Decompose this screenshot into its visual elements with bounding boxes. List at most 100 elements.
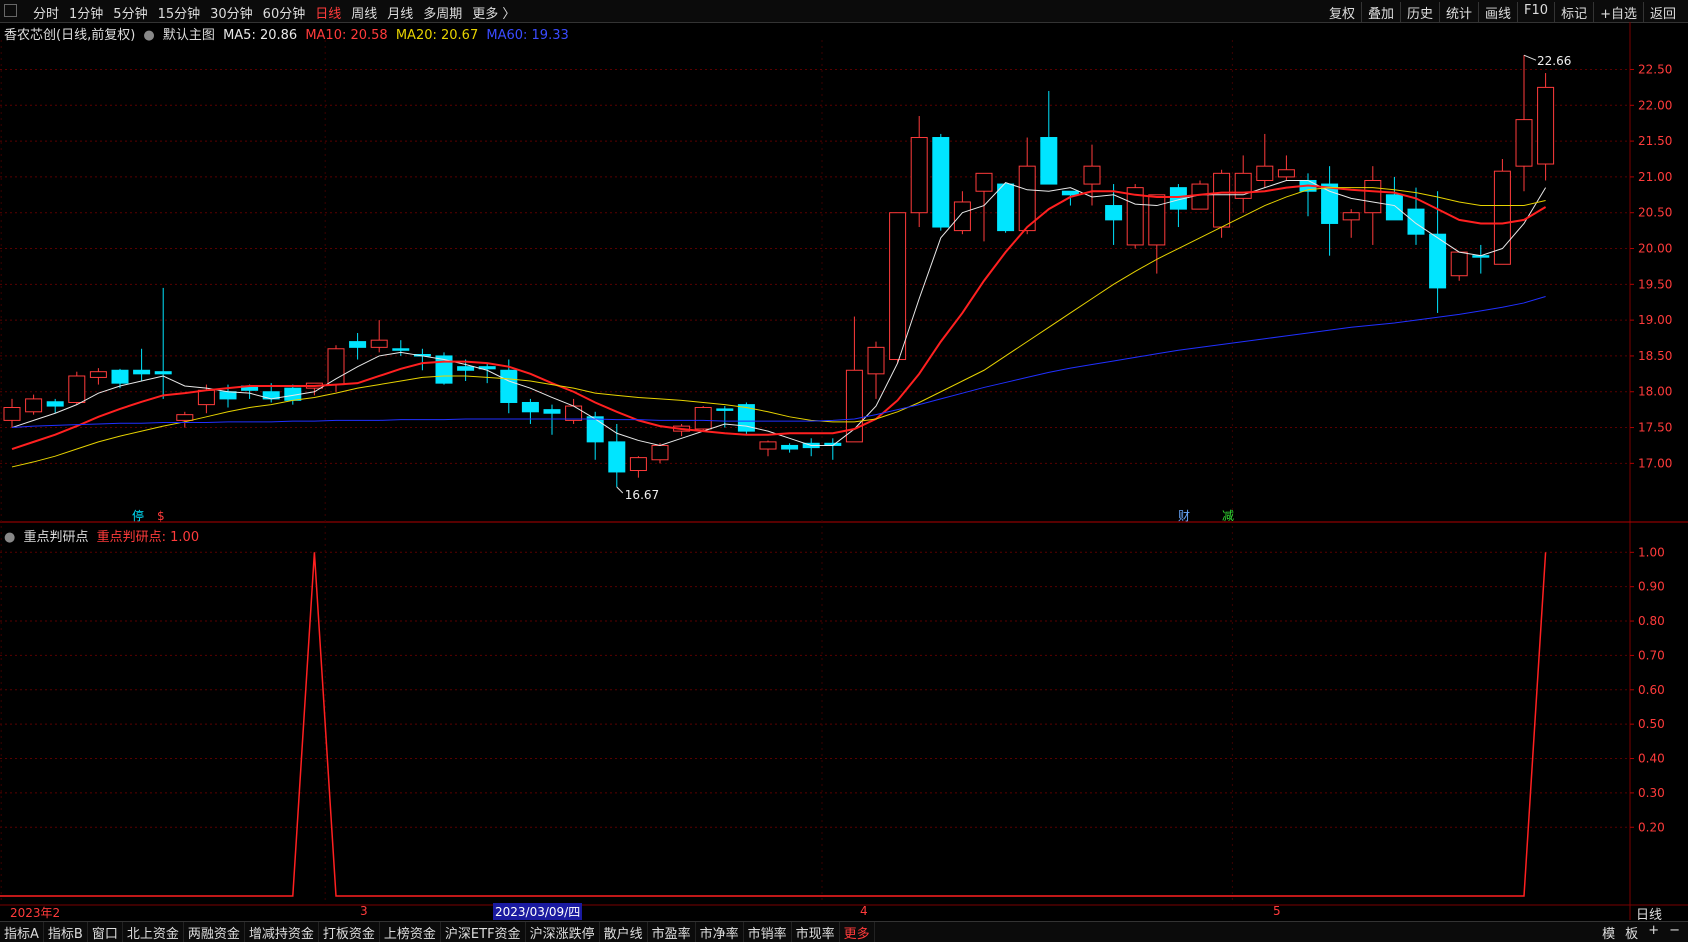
bottom-tab-7[interactable]: 上榜资金 [380, 922, 441, 942]
candle-up [759, 441, 777, 450]
indicator-tick-label: 0.80 [1638, 614, 1665, 628]
candle-up [651, 444, 669, 461]
bottom-tab-2[interactable]: 窗口 [88, 922, 123, 942]
bottom-tab-11[interactable]: 市盈率 [648, 922, 696, 942]
candle-down [521, 401, 539, 413]
candle-down [1385, 194, 1403, 221]
bottom-tab-1[interactable]: 指标B [44, 922, 88, 942]
bottom-control-2[interactable]: + [1648, 923, 1659, 942]
candle-down [1407, 208, 1425, 235]
indicator-tick-label: 0.90 [1638, 580, 1665, 594]
bottom-control-0[interactable]: 模 [1602, 923, 1615, 942]
indicator-tick-label: 0.50 [1638, 717, 1665, 731]
high-pointer [1523, 54, 1537, 61]
indicator-tick-label: 0.70 [1638, 648, 1665, 662]
candle-down [1321, 183, 1339, 224]
main-tick-label: 21.50 [1638, 134, 1672, 148]
high-label: 22.66 [1537, 54, 1571, 68]
bottom-tab-14[interactable]: 市现率 [792, 922, 840, 942]
indicator-tick-label: 1.00 [1638, 545, 1665, 559]
x-label-feb: 2023年2 [10, 906, 61, 920]
bottom-tab-3[interactable]: 北上资金 [123, 922, 184, 942]
event-marker-dollar: $ [157, 509, 165, 523]
candle-down [1061, 190, 1079, 196]
candle-up [89, 371, 107, 378]
bottom-tab-10[interactable]: 散户线 [600, 922, 648, 942]
candle-up [889, 212, 907, 361]
bottom-tab-5[interactable]: 增减持资金 [245, 922, 319, 942]
bottom-right-controls: 模板 + − [1602, 923, 1680, 942]
bottom-tab-13[interactable]: 市销率 [744, 922, 792, 942]
bottom-tab-15[interactable]: 更多 [840, 922, 875, 942]
candle-up [1213, 172, 1231, 228]
bottom-tab-0[interactable]: 指标A [0, 922, 44, 942]
low-label: 16.67 [625, 488, 659, 502]
main-tick-label: 18.50 [1638, 349, 1672, 363]
candle-down [349, 341, 367, 348]
candle-up [3, 406, 21, 421]
candle-up [370, 339, 388, 348]
indicator-tick-label: 0.30 [1638, 786, 1665, 800]
candle-up [910, 137, 928, 214]
candle-up [953, 201, 971, 232]
stock-chart[interactable]: 17.00 17.50 18.00 18.50 19.00 19.50 20.00 20.50… [0, 0, 1688, 941]
main-tick-label: 21.00 [1638, 170, 1672, 184]
bottom-tab-6[interactable]: 打板资金 [319, 922, 380, 942]
candle-down [133, 369, 151, 375]
candle-up [1018, 165, 1036, 232]
candle-up [1450, 251, 1468, 277]
bottom-tab-12[interactable]: 市净率 [696, 922, 744, 942]
candle-down [608, 441, 626, 473]
candle-down [46, 401, 64, 407]
bottom-tab-4[interactable]: 两融资金 [184, 922, 245, 942]
candle-down [932, 137, 950, 228]
candle-down [781, 444, 799, 450]
candle-down [997, 183, 1015, 232]
main-tick-label: 18.00 [1638, 385, 1672, 399]
event-marker-halt: 停 [132, 508, 144, 523]
candle-down [457, 366, 475, 371]
candle-up [867, 346, 885, 375]
candle-down [1040, 137, 1058, 185]
candle-down [392, 348, 410, 351]
main-tick-label: 19.50 [1638, 277, 1672, 291]
main-tick-label: 19.00 [1638, 313, 1672, 327]
bottom-control-3[interactable]: − [1669, 923, 1680, 942]
candle-down [111, 369, 129, 384]
candle-up [1256, 165, 1274, 181]
candle-down [219, 391, 237, 400]
ma-line-ma5 [11, 179, 1547, 446]
indicator-tick-label: 0.60 [1638, 683, 1665, 697]
x-label-may: 5 [1273, 904, 1281, 918]
candle-down [1105, 205, 1123, 221]
candle-up [1537, 86, 1555, 165]
indicator-tick-label: 0.20 [1638, 820, 1665, 834]
candle-up [1364, 179, 1382, 214]
candle-down [543, 409, 561, 414]
candle-down [154, 371, 172, 375]
candle-up [1148, 194, 1166, 246]
candle-up [176, 414, 194, 421]
cursor-date: 2023/03/09/四 [493, 903, 583, 920]
low-pointer [616, 486, 624, 494]
candle-up [975, 172, 993, 192]
candle-down [500, 369, 518, 403]
main-tick-label: 20.00 [1638, 242, 1672, 256]
bottom-tab-8[interactable]: 沪深ETF资金 [441, 922, 526, 942]
candle-up [565, 405, 583, 421]
bottom-indicator-bar: 指标A 指标B 窗口 北上资金 两融资金 增减持资金 打板资金 上榜资金 沪深ETF资金 沪深涨跌… [0, 921, 1688, 942]
main-tick-label: 17.50 [1638, 421, 1672, 435]
event-marker-reduce: 减 [1222, 509, 1234, 523]
candle-up [845, 369, 863, 443]
candle-up [68, 375, 86, 403]
candle-up [1277, 169, 1295, 178]
candle-up [1342, 212, 1360, 221]
bottom-tab-9[interactable]: 沪深涨跌停 [526, 922, 600, 942]
bottom-control-1[interactable]: 板 [1625, 923, 1638, 942]
main-tick-label: 22.50 [1638, 62, 1672, 76]
candle-down [586, 416, 604, 443]
main-tick-label: 20.50 [1638, 206, 1672, 220]
indicator-tick-label: 0.40 [1638, 752, 1665, 766]
main-tick-label: 22.00 [1638, 98, 1672, 112]
candle-up [1083, 165, 1101, 185]
